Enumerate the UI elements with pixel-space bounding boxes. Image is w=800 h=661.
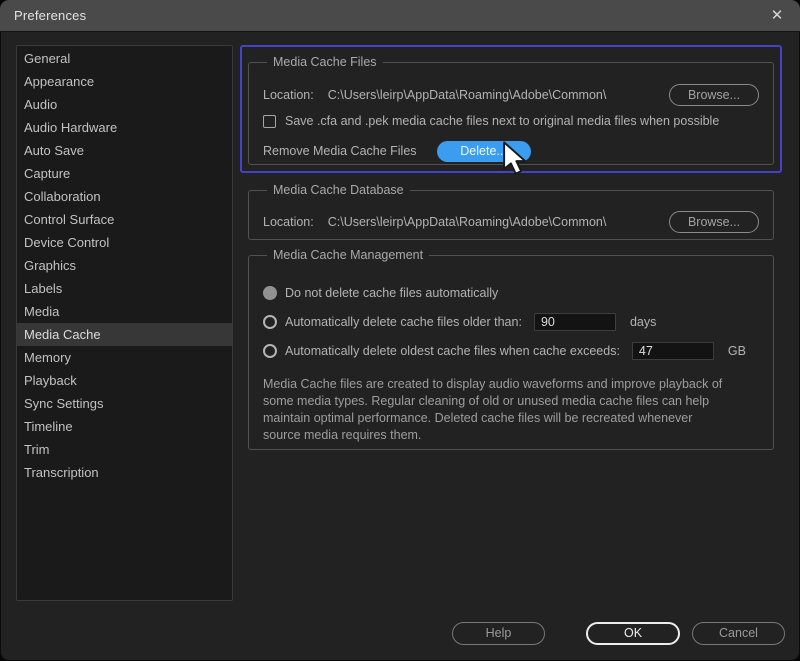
sidebar-item-audio[interactable]: Audio xyxy=(17,93,232,116)
sidebar-item-memory[interactable]: Memory xyxy=(17,346,232,369)
location-label: Location: xyxy=(263,88,314,102)
preferences-dialog: Preferences ✕ General Appearance Audio A… xyxy=(0,0,800,661)
sidebar-item-trim[interactable]: Trim xyxy=(17,438,232,461)
sidebar-item-timeline[interactable]: Timeline xyxy=(17,415,232,438)
help-button[interactable]: Help xyxy=(452,622,545,645)
media-cache-description: Media Cache files are created to display… xyxy=(263,376,731,444)
sidebar-item-labels[interactable]: Labels xyxy=(17,277,232,300)
sidebar-item-sync-settings[interactable]: Sync Settings xyxy=(17,392,232,415)
option-row-delete-when-exceeds: Automatically delete oldest cache files … xyxy=(263,340,759,362)
sidebar-item-playback[interactable]: Playback xyxy=(17,369,232,392)
section-title-management: Media Cache Management xyxy=(267,248,429,262)
sidebar-item-collaboration[interactable]: Collaboration xyxy=(17,185,232,208)
sidebar-item-transcription[interactable]: Transcription xyxy=(17,461,232,484)
sidebar-item-general[interactable]: General xyxy=(17,47,232,70)
remove-cache-files-label: Remove Media Cache Files xyxy=(263,144,417,158)
cache-files-location-path: C:\Users\leirp\AppData\Roaming\Adobe\Com… xyxy=(328,88,607,102)
close-icon[interactable]: ✕ xyxy=(764,4,790,28)
days-unit-label: days xyxy=(630,315,656,329)
location-label: Location: xyxy=(263,215,314,229)
titlebar: Preferences ✕ xyxy=(0,0,800,32)
sidebar-item-device-control[interactable]: Device Control xyxy=(17,231,232,254)
gb-input[interactable] xyxy=(632,342,714,360)
preferences-category-list: General Appearance Audio Audio Hardware … xyxy=(16,45,233,601)
save-next-to-media-checkbox[interactable] xyxy=(263,115,276,128)
browse-cache-files-button[interactable]: Browse... xyxy=(669,84,759,106)
media-cache-management-section: Media Cache Management Do not delete cac… xyxy=(248,248,774,450)
media-cache-database-section: Media Cache Database Location: C:\Users\… xyxy=(248,183,774,240)
sidebar-item-auto-save[interactable]: Auto Save xyxy=(17,139,232,162)
cache-database-location-path: C:\Users\leirp\AppData\Roaming\Adobe\Com… xyxy=(328,215,607,229)
sidebar-item-graphics[interactable]: Graphics xyxy=(17,254,232,277)
radio-delete-when-exceeds-icon[interactable] xyxy=(263,344,277,358)
sidebar-item-capture[interactable]: Capture xyxy=(17,162,232,185)
delete-when-exceeds-label: Automatically delete oldest cache files … xyxy=(285,344,620,358)
radio-no-auto-delete-icon[interactable] xyxy=(263,286,277,300)
mouse-pointer-icon xyxy=(501,141,529,175)
save-next-to-media-label: Save .cfa and .pek media cache files nex… xyxy=(285,114,719,128)
radio-delete-older-than-icon[interactable] xyxy=(263,315,277,329)
gb-unit-label: GB xyxy=(728,344,746,358)
delete-older-than-label: Automatically delete cache files older t… xyxy=(285,315,522,329)
ok-button[interactable]: OK xyxy=(586,622,680,645)
option-row-delete-older-than: Automatically delete cache files older t… xyxy=(263,311,759,333)
window-title: Preferences xyxy=(14,8,86,23)
sidebar-item-audio-hardware[interactable]: Audio Hardware xyxy=(17,116,232,139)
sidebar-item-appearance[interactable]: Appearance xyxy=(17,70,232,93)
browse-cache-database-button[interactable]: Browse... xyxy=(669,211,759,233)
option-row-no-auto-delete: Do not delete cache files automatically xyxy=(263,282,759,304)
section-title-database: Media Cache Database xyxy=(267,183,410,197)
section-title-files: Media Cache Files xyxy=(267,55,383,69)
no-auto-delete-label: Do not delete cache files automatically xyxy=(285,286,498,300)
sidebar-item-control-surface[interactable]: Control Surface xyxy=(17,208,232,231)
sidebar-item-media-cache[interactable]: Media Cache xyxy=(17,323,232,346)
sidebar-item-media[interactable]: Media xyxy=(17,300,232,323)
days-input[interactable] xyxy=(534,313,616,331)
cancel-button[interactable]: Cancel xyxy=(692,622,785,645)
